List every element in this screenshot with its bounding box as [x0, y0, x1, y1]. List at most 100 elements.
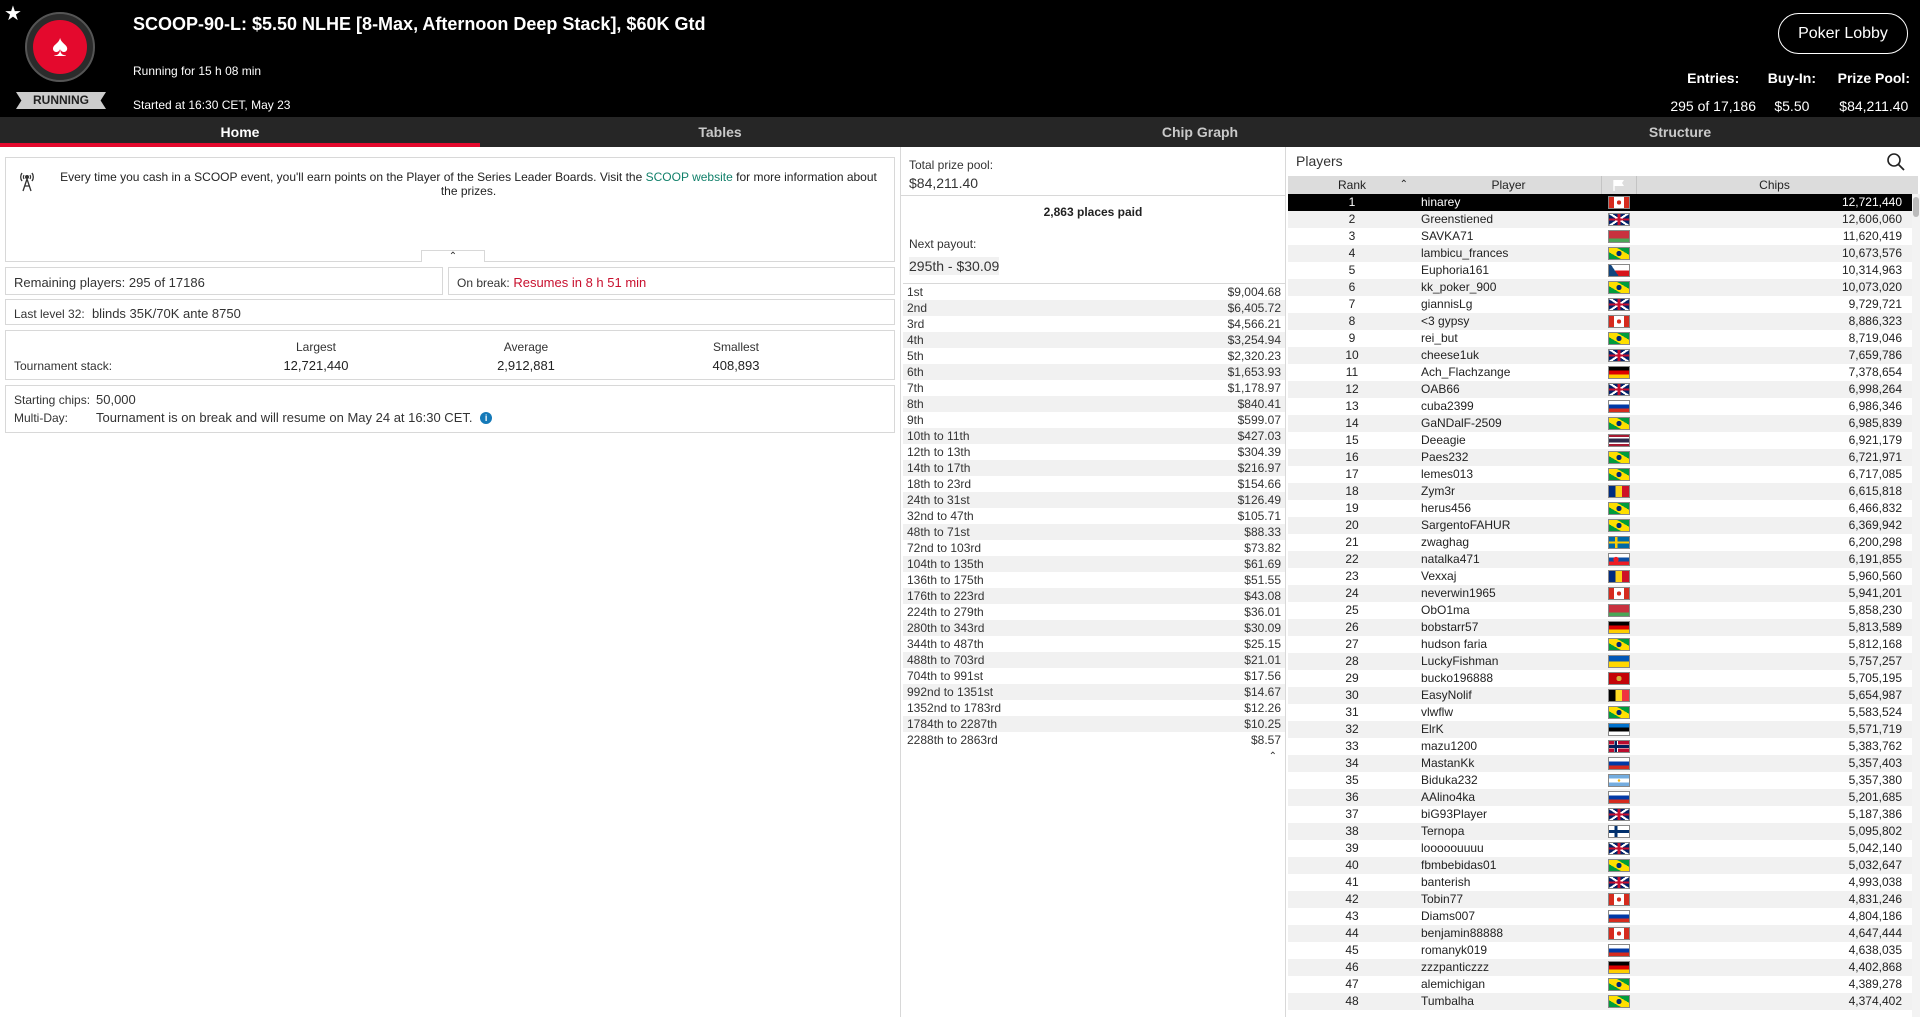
- canada-flag-icon: [1608, 315, 1630, 328]
- player-row[interactable]: 38 Ternopa 5,095,802: [1288, 823, 1918, 840]
- player-row[interactable]: 25 ObO1ma 5,858,230: [1288, 602, 1918, 619]
- chips-column-header[interactable]: Chips: [1637, 176, 1912, 194]
- tab-tables[interactable]: Tables: [480, 117, 960, 147]
- player-row[interactable]: 11 Ach_Flachzange 7,378,654: [1288, 364, 1918, 381]
- scrollbar-thumb[interactable]: [1913, 197, 1919, 217]
- player-chips: 5,571,719: [1848, 722, 1902, 736]
- player-chips: 5,187,386: [1848, 807, 1902, 821]
- on-break-row: On break: Resumes in 8 h 51 min: [457, 275, 646, 290]
- player-chips: 5,042,140: [1848, 841, 1902, 855]
- player-row[interactable]: 17 lemes013 6,717,085: [1288, 466, 1918, 483]
- player-row[interactable]: 10 cheese1uk 7,659,786: [1288, 347, 1918, 364]
- player-row[interactable]: 43 Diams007 4,804,186: [1288, 908, 1918, 925]
- favorite-star-icon[interactable]: ★: [4, 4, 22, 24]
- player-row[interactable]: 33 mazu1200 5,383,762: [1288, 738, 1918, 755]
- player-row[interactable]: 26 bobstarr57 5,813,589: [1288, 619, 1918, 636]
- country-column-header[interactable]: [1601, 176, 1637, 194]
- leaderboard-info-text: Every time you cash in a SCOOP event, yo…: [51, 170, 886, 198]
- collapse-info-button[interactable]: ⌃: [421, 250, 485, 262]
- player-row[interactable]: 22 natalka471 6,191,855: [1288, 551, 1918, 568]
- player-row[interactable]: 44 benjamin88888 4,647,444: [1288, 925, 1918, 942]
- player-row[interactable]: 34 MastanKk 5,357,403: [1288, 755, 1918, 772]
- player-row[interactable]: 46 zzzpanticzzz 4,402,868: [1288, 959, 1918, 976]
- player-row[interactable]: 48 Tumbalha 4,374,402: [1288, 993, 1918, 1010]
- player-row[interactable]: 16 Paes232 6,721,971: [1288, 449, 1918, 466]
- player-rank: 21: [1345, 535, 1359, 549]
- player-row[interactable]: 30 EasyNolif 5,654,987: [1288, 687, 1918, 704]
- player-row[interactable]: 41 banterish 4,993,038: [1288, 874, 1918, 891]
- player-row[interactable]: 32 ElrK 5,571,719: [1288, 721, 1918, 738]
- rank-column-header[interactable]: Rank ⌃: [1288, 176, 1416, 194]
- player-rank: 18: [1345, 484, 1359, 498]
- payout-row: 6th $1,653.93: [903, 364, 1285, 380]
- player-rank: 41: [1345, 875, 1359, 889]
- player-chips: 6,200,298: [1848, 535, 1902, 549]
- info-text-before: Every time you cash in a SCOOP event, yo…: [60, 170, 646, 184]
- belgium-flag-icon: [1608, 689, 1630, 702]
- player-rank: 13: [1345, 399, 1359, 413]
- canada-flag-icon: [1608, 893, 1630, 906]
- player-rank: 17: [1345, 467, 1359, 481]
- player-rank: 28: [1345, 654, 1359, 668]
- player-row[interactable]: 8 <3 gypsy 8,886,323: [1288, 313, 1918, 330]
- player-row[interactable]: 13 cuba2399 6,986,346: [1288, 398, 1918, 415]
- players-scrollbar[interactable]: [1912, 194, 1920, 1017]
- player-row[interactable]: 6 kk_poker_900 10,073,020: [1288, 279, 1918, 296]
- player-row[interactable]: 18 Zym3r 6,615,818: [1288, 483, 1918, 500]
- tab-structure[interactable]: Structure: [1440, 117, 1920, 147]
- starting-chips-row: Starting chips: 50,000: [14, 392, 136, 407]
- remaining-players-label: Remaining players:: [14, 275, 126, 290]
- player-row[interactable]: 37 biG93Player 5,187,386: [1288, 806, 1918, 823]
- player-row[interactable]: 40 fbmbebidas01 5,032,647: [1288, 857, 1918, 874]
- player-row[interactable]: 35 Biduka232 5,357,380: [1288, 772, 1918, 789]
- player-row[interactable]: 4 lambicu_frances 10,673,576: [1288, 245, 1918, 262]
- search-icon[interactable]: [1886, 152, 1906, 172]
- scoop-website-link[interactable]: SCOOP website: [646, 170, 733, 184]
- player-row[interactable]: 45 romanyk019 4,638,035: [1288, 942, 1918, 959]
- player-row[interactable]: 39 looooouuuu 5,042,140: [1288, 840, 1918, 857]
- player-name: ObO1ma: [1421, 603, 1470, 617]
- player-row[interactable]: 14 GaNDalF-2509 6,985,839: [1288, 415, 1918, 432]
- player-row[interactable]: 47 alemichigan 4,389,278: [1288, 976, 1918, 993]
- collapse-payouts-button[interactable]: ⌃: [1269, 751, 1277, 762]
- tab-home[interactable]: Home: [0, 117, 480, 147]
- player-row[interactable]: 36 AAlino4ka 5,201,685: [1288, 789, 1918, 806]
- payout-row: 32nd to 47th $105.71: [903, 508, 1285, 524]
- player-row[interactable]: 27 hudson faria 5,812,168: [1288, 636, 1918, 653]
- player-rank: 24: [1345, 586, 1359, 600]
- player-row[interactable]: 12 OAB66 6,998,264: [1288, 381, 1918, 398]
- player-row[interactable]: 5 Euphoria161 10,314,963: [1288, 262, 1918, 279]
- player-column-header[interactable]: Player: [1416, 176, 1601, 194]
- player-chips: 4,647,444: [1848, 926, 1902, 940]
- info-icon[interactable]: i: [480, 412, 493, 424]
- player-row[interactable]: 20 SargentoFAHUR 6,369,942: [1288, 517, 1918, 534]
- player-country: [1601, 670, 1637, 687]
- player-row[interactable]: 15 Deeagie 6,921,179: [1288, 432, 1918, 449]
- player-name: hinarey: [1421, 195, 1461, 209]
- player-rank: 40: [1345, 858, 1359, 872]
- player-row[interactable]: 42 Tobin77 4,831,246: [1288, 891, 1918, 908]
- player-rank: 11: [1345, 365, 1359, 379]
- player-row[interactable]: 24 neverwin1965 5,941,201: [1288, 585, 1918, 602]
- poker-lobby-button[interactable]: Poker Lobby: [1778, 13, 1908, 54]
- player-row[interactable]: 3 SAVKA71 11,620,419: [1288, 228, 1918, 245]
- player-row[interactable]: 7 giannisLg 9,729,721: [1288, 296, 1918, 313]
- player-chips: 6,985,839: [1848, 416, 1902, 430]
- player-header-label: Player: [1491, 178, 1526, 192]
- tab-chip-graph[interactable]: Chip Graph: [960, 117, 1440, 147]
- player-row[interactable]: 9 rei_but 8,719,046: [1288, 330, 1918, 347]
- player-row[interactable]: 29 bucko196888 5,705,195: [1288, 670, 1918, 687]
- player-name: looooouuuu: [1421, 841, 1484, 855]
- player-name: Biduka232: [1421, 773, 1478, 787]
- player-row[interactable]: 28 LuckyFishman 5,757,257: [1288, 653, 1918, 670]
- player-row[interactable]: 31 vlwflw 5,583,524: [1288, 704, 1918, 721]
- player-row[interactable]: 19 herus456 6,466,832: [1288, 500, 1918, 517]
- player-country: [1601, 381, 1637, 398]
- player-row[interactable]: 2 Greenstiened 12,606,060: [1288, 211, 1918, 228]
- player-row[interactable]: 1 hinarey 12,721,440: [1288, 194, 1918, 211]
- player-name: lambicu_frances: [1421, 246, 1509, 260]
- player-rank: 36: [1345, 790, 1359, 804]
- player-row[interactable]: 21 zwaghag 6,200,298: [1288, 534, 1918, 551]
- player-rank: 37: [1345, 807, 1359, 821]
- player-row[interactable]: 23 Vexxaj 5,960,560: [1288, 568, 1918, 585]
